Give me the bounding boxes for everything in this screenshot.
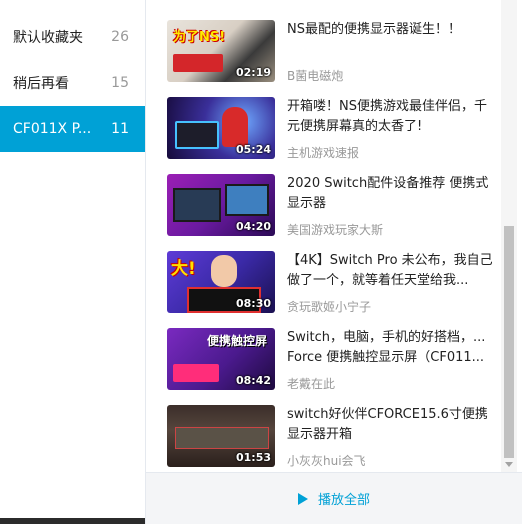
- video-item[interactable]: 便携触控屏 08:42 Switch，电脑，手机的好搭档，... Force 便…: [167, 328, 507, 392]
- video-item[interactable]: 为了NS! 02:19 NS最配的便携显示器诞生！！ B菌电磁炮: [167, 20, 507, 84]
- thumbnail-caption: 便携触控屏: [207, 334, 268, 348]
- video-title[interactable]: 【4K】Switch Pro 未公布，我自己做了一个，就等着任天堂给我...: [287, 251, 497, 291]
- folder-default[interactable]: 默认收藏夹 26: [0, 14, 145, 60]
- video-thumbnail[interactable]: 05:24: [167, 97, 275, 159]
- video-uploader[interactable]: 贪玩歌姬小宁子: [287, 298, 371, 315]
- video-duration: 02:19: [235, 66, 271, 79]
- video-thumbnail[interactable]: 大! 08:30: [167, 251, 275, 313]
- video-item[interactable]: 04:20 2020 Switch配件设备推荐 便携式显示器 美国游戏玩家大斯: [167, 174, 507, 238]
- video-thumbnail[interactable]: 04:20: [167, 174, 275, 236]
- video-item[interactable]: 01:53 switch好伙伴CFORCE15.6寸便携显示器开箱 小灰灰hui…: [167, 405, 507, 469]
- thumbnail-caption: 为了NS!: [173, 30, 226, 45]
- folder-count: 11: [111, 121, 129, 137]
- list-scrollbar[interactable]: [501, 0, 517, 472]
- favorites-sidebar: 默认收藏夹 26 稍后再看 15 CF011X P... 11: [0, 0, 148, 524]
- video-duration: 08:30: [235, 297, 271, 310]
- video-item[interactable]: 大! 08:30 【4K】Switch Pro 未公布，我自己做了一个，就等着任…: [167, 251, 507, 315]
- video-thumbnail[interactable]: 01:53: [167, 405, 275, 467]
- folder-cf011x[interactable]: CF011X P... 11: [0, 106, 145, 152]
- list-footer: 播放全部: [146, 472, 522, 524]
- play-all-button[interactable]: 播放全部: [297, 489, 370, 508]
- folder-name: 稍后再看: [13, 76, 69, 92]
- folder-count: 15: [111, 75, 129, 91]
- video-title[interactable]: Switch，电脑，手机的好搭档，... Force 便携触控显示屏（CF011…: [287, 328, 497, 368]
- video-title[interactable]: 2020 Switch配件设备推荐 便携式显示器: [287, 174, 497, 214]
- video-duration: 01:53: [235, 451, 271, 464]
- video-title[interactable]: switch好伙伴CFORCE15.6寸便携显示器开箱: [287, 405, 497, 445]
- play-icon: [297, 492, 308, 505]
- folder-count: 26: [111, 29, 129, 45]
- video-item[interactable]: 05:24 开箱喽！NS便携游戏最佳伴侣，千元便携屏幕真的太香了! 主机游戏速报: [167, 97, 507, 161]
- scrollbar-thumb[interactable]: [504, 226, 514, 458]
- video-uploader[interactable]: 主机游戏速报: [287, 144, 359, 161]
- video-uploader[interactable]: 美国游戏玩家大斯: [287, 221, 383, 238]
- play-all-label: 播放全部: [317, 493, 370, 508]
- video-list-panel: 为了NS! 02:19 NS最配的便携显示器诞生！！ B菌电磁炮 05:24 开…: [145, 0, 522, 524]
- video-thumbnail[interactable]: 便携触控屏 08:42: [167, 328, 275, 390]
- video-uploader[interactable]: 小灰灰hui会飞: [287, 452, 366, 469]
- video-duration: 05:24: [235, 143, 271, 156]
- video-list[interactable]: 为了NS! 02:19 NS最配的便携显示器诞生！！ B菌电磁炮 05:24 开…: [146, 0, 510, 472]
- thumbnail-caption: 大!: [171, 259, 196, 279]
- folder-watch-later[interactable]: 稍后再看 15: [0, 60, 145, 106]
- folder-name: 默认收藏夹: [13, 30, 83, 46]
- video-title[interactable]: NS最配的便携显示器诞生！！: [287, 20, 497, 40]
- folder-name: CF011X P...: [13, 121, 92, 137]
- video-duration: 04:20: [235, 220, 271, 233]
- scroll-down-arrow-icon[interactable]: [505, 462, 513, 467]
- video-title[interactable]: 开箱喽！NS便携游戏最佳伴侣，千元便携屏幕真的太香了!: [287, 97, 497, 137]
- video-uploader[interactable]: 老戴在此: [287, 375, 335, 392]
- video-thumbnail[interactable]: 为了NS! 02:19: [167, 20, 275, 82]
- video-uploader[interactable]: B菌电磁炮: [287, 67, 343, 84]
- video-duration: 08:42: [235, 374, 271, 387]
- background-strip: [0, 518, 148, 524]
